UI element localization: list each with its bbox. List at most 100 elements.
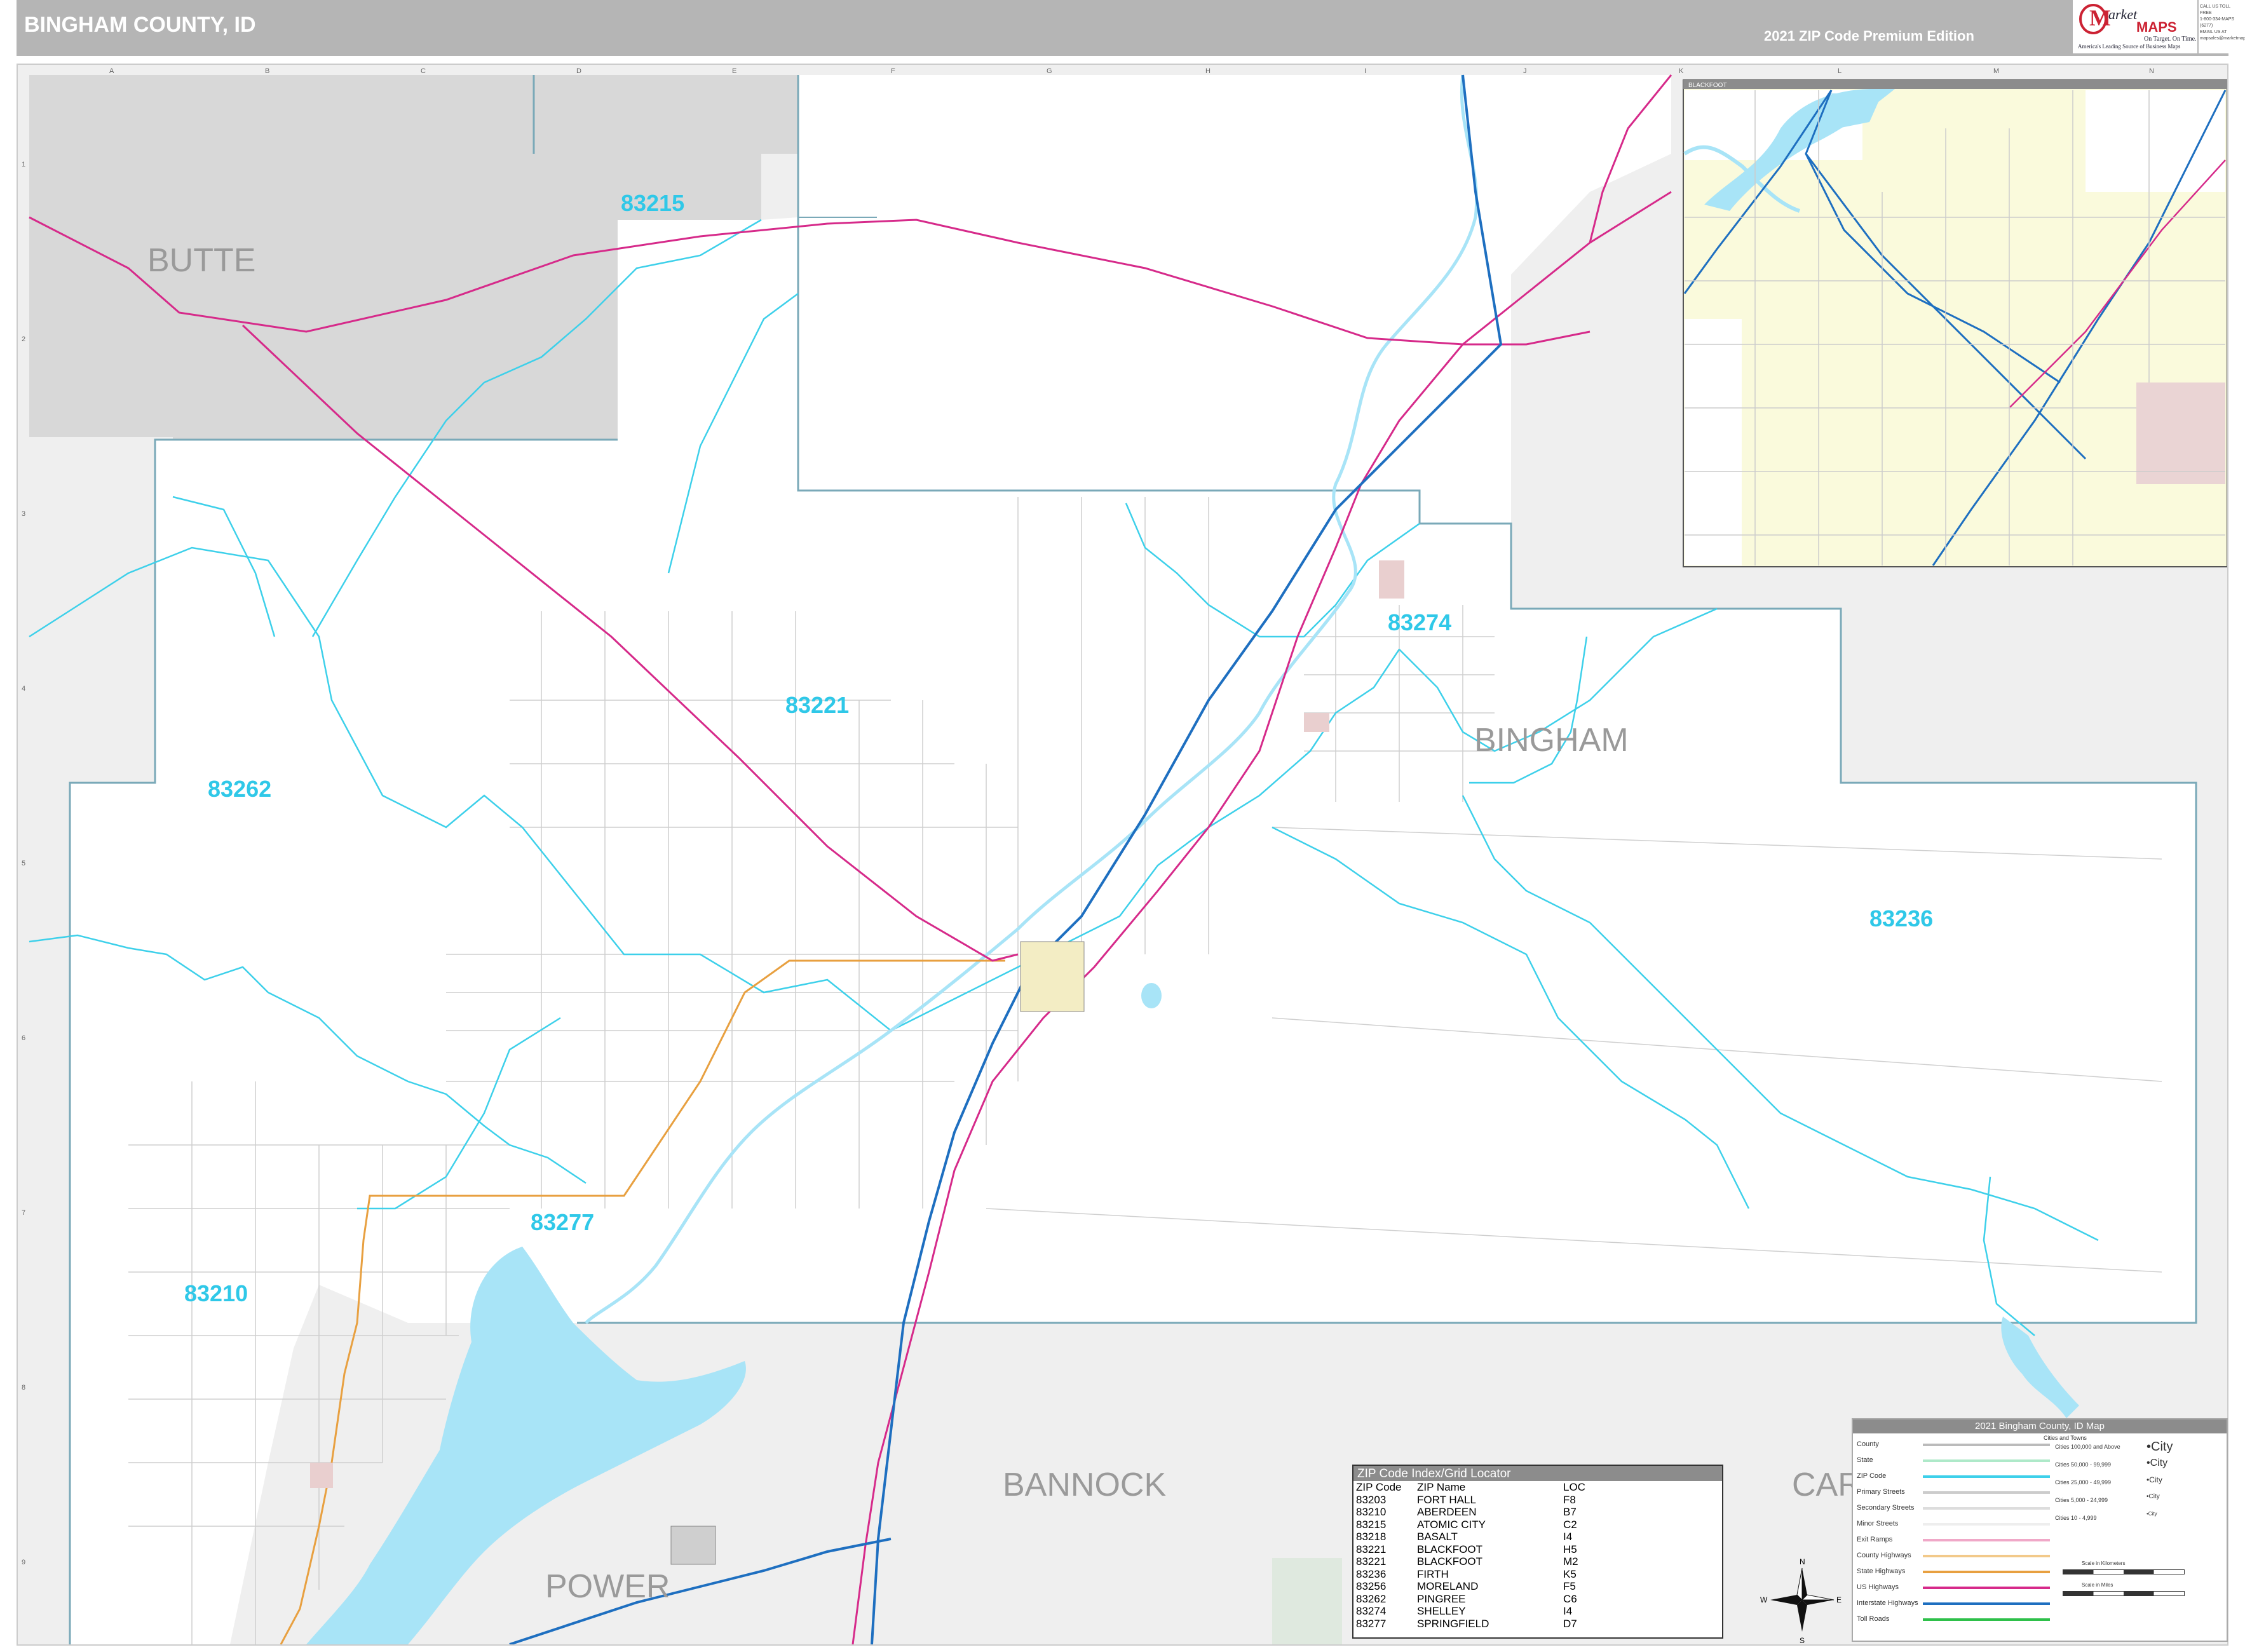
park-area xyxy=(1272,1558,1342,1644)
svg-text:E: E xyxy=(732,67,736,75)
market-maps-logo: M arket MAPS On Target. On Time. America… xyxy=(2073,0,2197,53)
svg-text:D: D xyxy=(576,67,581,75)
svg-text:7: 7 xyxy=(22,1209,25,1217)
svg-text:F: F xyxy=(891,67,895,75)
zip-index-row: 83221 BLACKFOOT H5 xyxy=(1353,1543,1722,1556)
zip-index-row: 83274 SHELLEY I4 xyxy=(1353,1605,1722,1618)
svg-text:A: A xyxy=(109,67,114,75)
legend-city-mark: •City xyxy=(2147,1475,2162,1484)
legend-item-label: State Highways xyxy=(1857,1567,1906,1575)
map-title: BINGHAM COUNTY, ID xyxy=(24,13,256,37)
legend-city-mark: •City xyxy=(2147,1458,2168,1468)
scale-bar-mi xyxy=(2063,1591,2185,1596)
zip-index-name: FIRTH xyxy=(1417,1567,1449,1580)
pond xyxy=(1141,983,1162,1008)
zip-index-zip: 83215 xyxy=(1356,1518,1387,1531)
svg-text:B: B xyxy=(265,67,269,75)
county-label-bingham: BINGHAM xyxy=(1474,722,1629,759)
logo-subtitle: America's Leading Source of Business Map… xyxy=(2078,43,2181,50)
legend-item-label: Exit Ramps xyxy=(1857,1536,1893,1543)
blackfoot-inset[interactable]: BLACKFOOT xyxy=(1683,79,2227,567)
zip-index-name: ABERDEEN xyxy=(1417,1506,1477,1518)
zip-index-row: 83210 ABERDEEN B7 xyxy=(1353,1506,1722,1519)
zip-index-zip: 83256 xyxy=(1356,1580,1387,1592)
zip-index-loc: I4 xyxy=(1563,1531,1573,1543)
zip-index-zip: 83221 xyxy=(1356,1555,1387,1567)
svg-text:4: 4 xyxy=(22,685,25,693)
contact-line: CALL US TOLL FREE xyxy=(2200,4,2230,15)
legend-city-mark: •City xyxy=(2147,1493,2160,1500)
legend-city-mark: •City xyxy=(2147,1511,2157,1517)
legend-item-label: County xyxy=(1857,1440,1879,1448)
county-label-butte: BUTTE xyxy=(147,242,255,279)
svg-text:6: 6 xyxy=(22,1034,25,1042)
legend-item-label: ZIP Code xyxy=(1857,1472,1887,1480)
legend-swatch xyxy=(1923,1475,2050,1478)
zip-index-loc: C6 xyxy=(1563,1592,1577,1605)
zip-index-loc: K5 xyxy=(1563,1567,1577,1580)
legend-city-mark: •City xyxy=(2147,1440,2173,1454)
map-frame[interactable]: A B C D E F G H I J K L M N 1 2 3 4 5 6 … xyxy=(17,64,2228,1646)
compass-e: E xyxy=(1836,1595,1841,1604)
zip-index-name: SHELLEY xyxy=(1417,1605,1466,1617)
shelley-town xyxy=(1379,560,1404,599)
compass-n: N xyxy=(1800,1557,1805,1566)
legend-item-label: US Highways xyxy=(1857,1583,1899,1591)
legend-item-label: County Highways xyxy=(1857,1552,1911,1559)
title-bar: BINGHAM COUNTY, ID 2021 ZIP Code Premium… xyxy=(17,0,2228,56)
legend-city-label: Cities 100,000 and Above xyxy=(2055,1444,2120,1450)
zip-index-loc: H5 xyxy=(1563,1543,1577,1555)
legend-city-label: Cities 10 - 4,999 xyxy=(2055,1515,2097,1521)
zip-index-name: BASALT xyxy=(1417,1531,1458,1543)
zip-index-header: ZIP Code ZIP Name LOC xyxy=(1353,1481,1722,1494)
firth-town xyxy=(1304,713,1329,732)
zip-index-loc: F8 xyxy=(1563,1493,1576,1506)
svg-text:M: M xyxy=(1993,67,1999,75)
zip-label-83277: 83277 xyxy=(531,1209,594,1235)
zip-index-zip: 83218 xyxy=(1356,1531,1387,1543)
zip-label-83215: 83215 xyxy=(621,190,684,216)
aberdeen-town xyxy=(310,1463,333,1488)
zip-label-83221: 83221 xyxy=(785,692,849,718)
svg-text:N: N xyxy=(2149,67,2154,75)
legend-swatch xyxy=(1923,1539,2050,1541)
logo-text: arket xyxy=(2108,6,2138,22)
zip-index-loc: F5 xyxy=(1563,1580,1576,1592)
logo-tagline: On Target. On Time. xyxy=(2144,36,2197,43)
svg-text:2: 2 xyxy=(22,335,25,343)
zip-index-name: FORT HALL xyxy=(1417,1493,1476,1506)
legend-item-label: Secondary Streets xyxy=(1857,1504,1915,1512)
legend-item-label: Primary Streets xyxy=(1857,1488,1905,1496)
legend-title: 2021 Bingham County, ID Map xyxy=(1853,1419,2227,1433)
svg-text:M: M xyxy=(2089,5,2111,30)
svg-text:K: K xyxy=(1679,67,1684,75)
contact-box: CALL US TOLL FREE 1-800-334-MAPS (6277) … xyxy=(2199,0,2245,53)
map-canvas[interactable]: A B C D E F G H I J K L M N 1 2 3 4 5 6 … xyxy=(18,65,2227,1644)
zip-index-row: 83256 MORELAND F5 xyxy=(1353,1580,1722,1593)
zip-index-row: 83277 SPRINGFIELD D7 xyxy=(1353,1618,1722,1630)
legend-swatch xyxy=(1923,1571,2050,1573)
scale-mi-label: Scale in Miles xyxy=(2082,1582,2113,1588)
legend-city-label: Cities 50,000 - 99,999 xyxy=(2055,1461,2112,1468)
svg-text:H: H xyxy=(1205,67,1211,75)
zip-index-row: 83218 BASALT I4 xyxy=(1353,1531,1722,1543)
svg-text:G: G xyxy=(1047,67,1052,75)
contact-line: EMAIL US AT xyxy=(2200,30,2227,34)
svg-text:9: 9 xyxy=(22,1559,25,1566)
legend-swatch xyxy=(1923,1587,2050,1589)
zip-index-name: MORELAND xyxy=(1417,1580,1479,1592)
inset-hospital-area xyxy=(2136,383,2225,484)
zip-index-zip: 83221 xyxy=(1356,1543,1387,1555)
county-label-power: POWER xyxy=(545,1568,670,1605)
svg-text:5: 5 xyxy=(22,860,25,867)
svg-text:I: I xyxy=(1364,67,1366,75)
zip-index-title: ZIP Code Index/Grid Locator xyxy=(1353,1466,1722,1481)
county-label-bannock: BANNOCK xyxy=(1003,1466,1166,1503)
zip-index-row: 83203 FORT HALL F8 xyxy=(1353,1494,1722,1506)
legend-swatch xyxy=(1923,1555,2050,1557)
svg-text:MAPS: MAPS xyxy=(2136,19,2177,35)
zip-index-rows: 83203 FORT HALL F8 83210 ABERDEEN B7 83215 ATOM… xyxy=(1353,1494,1722,1630)
zip-code-index: ZIP Code Index/Grid Locator ZIP Code ZIP… xyxy=(1352,1465,1723,1639)
svg-text:1: 1 xyxy=(22,161,25,168)
legend-swatch xyxy=(1923,1444,2050,1446)
